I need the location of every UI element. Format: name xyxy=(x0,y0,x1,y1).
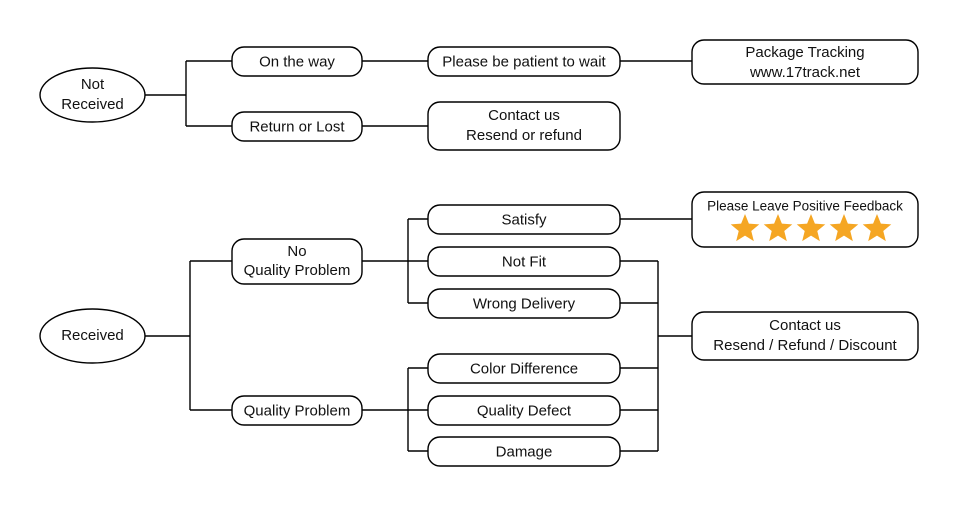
damage-label: Damage xyxy=(496,443,553,460)
on-the-way-label: On the way xyxy=(259,53,335,70)
node-quality-problem[interactable]: Quality Problem xyxy=(231,395,363,426)
flowchart-diagram: Not Received On the way Return or Lost P… xyxy=(0,0,960,513)
node-received[interactable]: Received xyxy=(39,308,146,364)
not-fit-label: Not Fit xyxy=(502,253,547,270)
return-or-lost-label: Return or Lost xyxy=(249,118,345,135)
wrong-delivery-label: Wrong Delivery xyxy=(473,295,576,312)
node-satisfy[interactable]: Satisfy xyxy=(427,204,621,235)
satisfy-label: Satisfy xyxy=(501,211,547,228)
node-package-tracking[interactable]: Package Tracking www.17track.net xyxy=(691,39,919,85)
resolution-contact-label-line1: Contact us xyxy=(769,317,841,334)
positive-feedback-label: Please Leave Positive Feedback xyxy=(707,199,903,214)
contact-resend-refund-label-line1: Contact us xyxy=(488,107,560,124)
node-quality-defect[interactable]: Quality Defect xyxy=(427,395,621,426)
node-wrong-delivery[interactable]: Wrong Delivery xyxy=(427,288,621,319)
not-received-label-line2: Received xyxy=(61,96,124,113)
node-resolution-contact[interactable]: Contact us Resend / Refund / Discount xyxy=(691,311,919,361)
node-positive-feedback[interactable]: Please Leave Positive Feedback xyxy=(691,191,919,248)
node-color-difference[interactable]: Color Difference xyxy=(427,353,621,384)
contact-resend-refund-label-line2: Resend or refund xyxy=(466,127,582,144)
resolution-contact-label-line2: Resend / Refund / Discount xyxy=(713,337,897,354)
not-received-label-line1: Not xyxy=(81,76,105,93)
node-damage[interactable]: Damage xyxy=(427,436,621,467)
node-be-patient-to-wait[interactable]: Please be patient to wait xyxy=(427,46,621,77)
node-on-the-way[interactable]: On the way xyxy=(231,46,363,77)
package-tracking-url: www.17track.net xyxy=(749,64,861,81)
quality-problem-label: Quality Problem xyxy=(244,402,351,419)
node-return-or-lost[interactable]: Return or Lost xyxy=(231,111,363,142)
no-quality-problem-label-line2: Quality Problem xyxy=(244,262,351,279)
no-quality-problem-label-line1: No xyxy=(287,243,306,260)
node-no-quality-problem[interactable]: No Quality Problem xyxy=(231,238,363,285)
node-not-received[interactable]: Not Received xyxy=(39,67,146,123)
color-difference-label: Color Difference xyxy=(470,360,578,377)
quality-defect-label: Quality Defect xyxy=(477,402,572,419)
package-tracking-label-line1: Package Tracking xyxy=(745,44,864,61)
node-not-fit[interactable]: Not Fit xyxy=(427,246,621,277)
be-patient-label: Please be patient to wait xyxy=(442,53,606,70)
node-contact-resend-refund[interactable]: Contact us Resend or refund xyxy=(427,101,621,151)
received-label: Received xyxy=(61,327,124,344)
